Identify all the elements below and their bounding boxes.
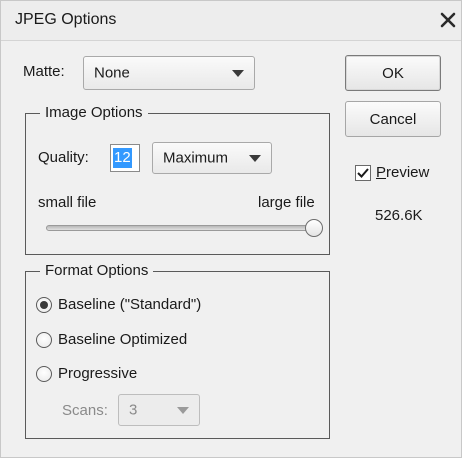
quality-input[interactable]: 12 (110, 144, 140, 172)
matte-label: Matte: (23, 63, 65, 80)
baseline-standard-radio[interactable] (36, 297, 52, 313)
quality-preset-value: Maximum (163, 149, 229, 167)
small-file-label: small file (38, 194, 97, 211)
preview-checkbox[interactable] (355, 165, 371, 181)
chevron-down-icon (232, 70, 244, 77)
radio-selected-dot (40, 301, 48, 309)
checkmark-icon (357, 168, 369, 178)
close-icon (440, 12, 456, 28)
baseline-standard-label[interactable]: Baseline ("Standard") (58, 296, 201, 313)
matte-select[interactable]: None (83, 56, 255, 90)
cancel-button[interactable]: Cancel (345, 101, 441, 137)
chevron-down-icon (249, 155, 261, 162)
preview-label-rest: review (386, 164, 430, 181)
scans-select-value: 3 (129, 401, 138, 419)
close-button[interactable] (435, 7, 461, 33)
baseline-optimized-label[interactable]: Baseline Optimized (58, 331, 187, 348)
title-bar: JPEG Options (1, 1, 461, 41)
image-options-group: Image Options Quality: 12 Maximum small … (25, 104, 330, 255)
progressive-radio[interactable] (36, 366, 52, 382)
format-options-group: Format Options Baseline ("Standard") Bas… (25, 262, 330, 439)
progressive-label[interactable]: Progressive (58, 365, 137, 382)
ok-button[interactable]: OK (345, 55, 441, 91)
image-options-title: Image Options (40, 104, 148, 122)
scans-select[interactable]: 3 (118, 394, 200, 426)
quality-input-value: 12 (113, 148, 132, 168)
jpeg-options-dialog: JPEG Options Matte: None Image Options Q… (0, 0, 462, 458)
quality-slider-handle[interactable] (305, 219, 323, 237)
scans-label: Scans: (62, 402, 108, 419)
quality-label: Quality: (38, 149, 89, 166)
chevron-down-icon (177, 407, 189, 414)
preview-label-mnemonic: P (376, 164, 387, 181)
baseline-optimized-radio[interactable] (36, 332, 52, 348)
dialog-title: JPEG Options (15, 11, 117, 28)
preview-label[interactable]: Preview (376, 164, 429, 181)
format-options-title: Format Options (40, 262, 154, 280)
preview-file-size: 526.6K (375, 207, 423, 224)
quality-preset-select[interactable]: Maximum (152, 142, 272, 174)
matte-select-value: None (94, 64, 130, 82)
quality-slider-track[interactable] (46, 225, 314, 231)
large-file-label: large file (258, 194, 315, 211)
